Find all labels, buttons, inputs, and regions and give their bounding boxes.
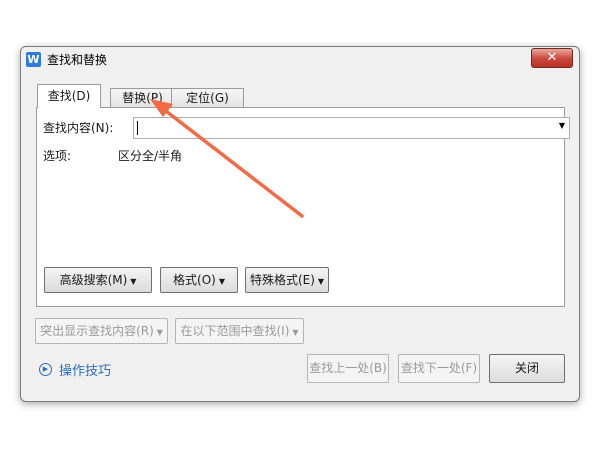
text-caret (137, 121, 138, 135)
dialog-title: 查找和替换 (47, 53, 108, 67)
format-label: 格式(O) (173, 273, 216, 287)
format-button[interactable]: 格式(O) ▼ (160, 267, 238, 293)
find-previous-button[interactable]: 查找上一处(B) (307, 354, 389, 383)
advanced-search-button[interactable]: 高级搜索(M) ▼ (44, 267, 152, 293)
chevron-down-icon: ▼ (317, 277, 325, 286)
tab-goto[interactable]: 定位(G) (171, 88, 244, 107)
highlight-results-label: 突出显示查找内容(R) (40, 324, 154, 338)
play-circle-icon[interactable]: ▶ (39, 363, 52, 376)
chevron-down-icon[interactable]: ▼ (559, 121, 565, 130)
operation-tips-link[interactable]: 操作技巧 (59, 360, 111, 379)
find-next-button[interactable]: 查找下一处(F) (398, 354, 480, 383)
highlight-results-button[interactable]: 突出显示查找内容(R) ▼ (35, 318, 168, 344)
tab-find[interactable]: 查找(D) (37, 84, 101, 108)
find-replace-dialog: W 查找和替换 ✕ 查找(D) 替换(P) 定位(G) 查找内容(N): ▼ 选… (20, 46, 580, 402)
tab-replace[interactable]: 替换(P) (110, 88, 175, 107)
title-bar[interactable]: W 查找和替换 ✕ (21, 47, 579, 73)
chevron-down-icon: ▼ (156, 328, 163, 337)
find-content-label: 查找内容(N): (43, 121, 114, 135)
search-range-button[interactable]: 在以下范围中查找(I) ▼ (175, 318, 304, 344)
special-format-button[interactable]: 特殊格式(E) ▼ (245, 267, 329, 293)
options-label: 选项: (43, 149, 72, 163)
double-chevron-down-icon: ▼ (130, 277, 137, 286)
advanced-search-label: 高级搜索(M) (59, 273, 128, 287)
options-value: 区分全/半角 (118, 149, 183, 163)
wps-writer-icon: W (26, 52, 41, 67)
find-panel: 查找内容(N): ▼ 选项: 区分全/半角 高级搜索(M) ▼ 格式(O) ▼ 特殊… (36, 107, 570, 307)
chevron-down-icon: ▼ (218, 277, 225, 286)
chevron-down-icon: ▼ (292, 328, 299, 337)
special-format-label: 特殊格式(E) (249, 273, 315, 287)
find-content-input[interactable]: ▼ (133, 117, 570, 139)
search-range-label: 在以下范围中查找(I) (180, 324, 290, 338)
close-window-button[interactable]: ✕ (531, 48, 573, 68)
close-button[interactable]: 关闭 (489, 354, 565, 383)
